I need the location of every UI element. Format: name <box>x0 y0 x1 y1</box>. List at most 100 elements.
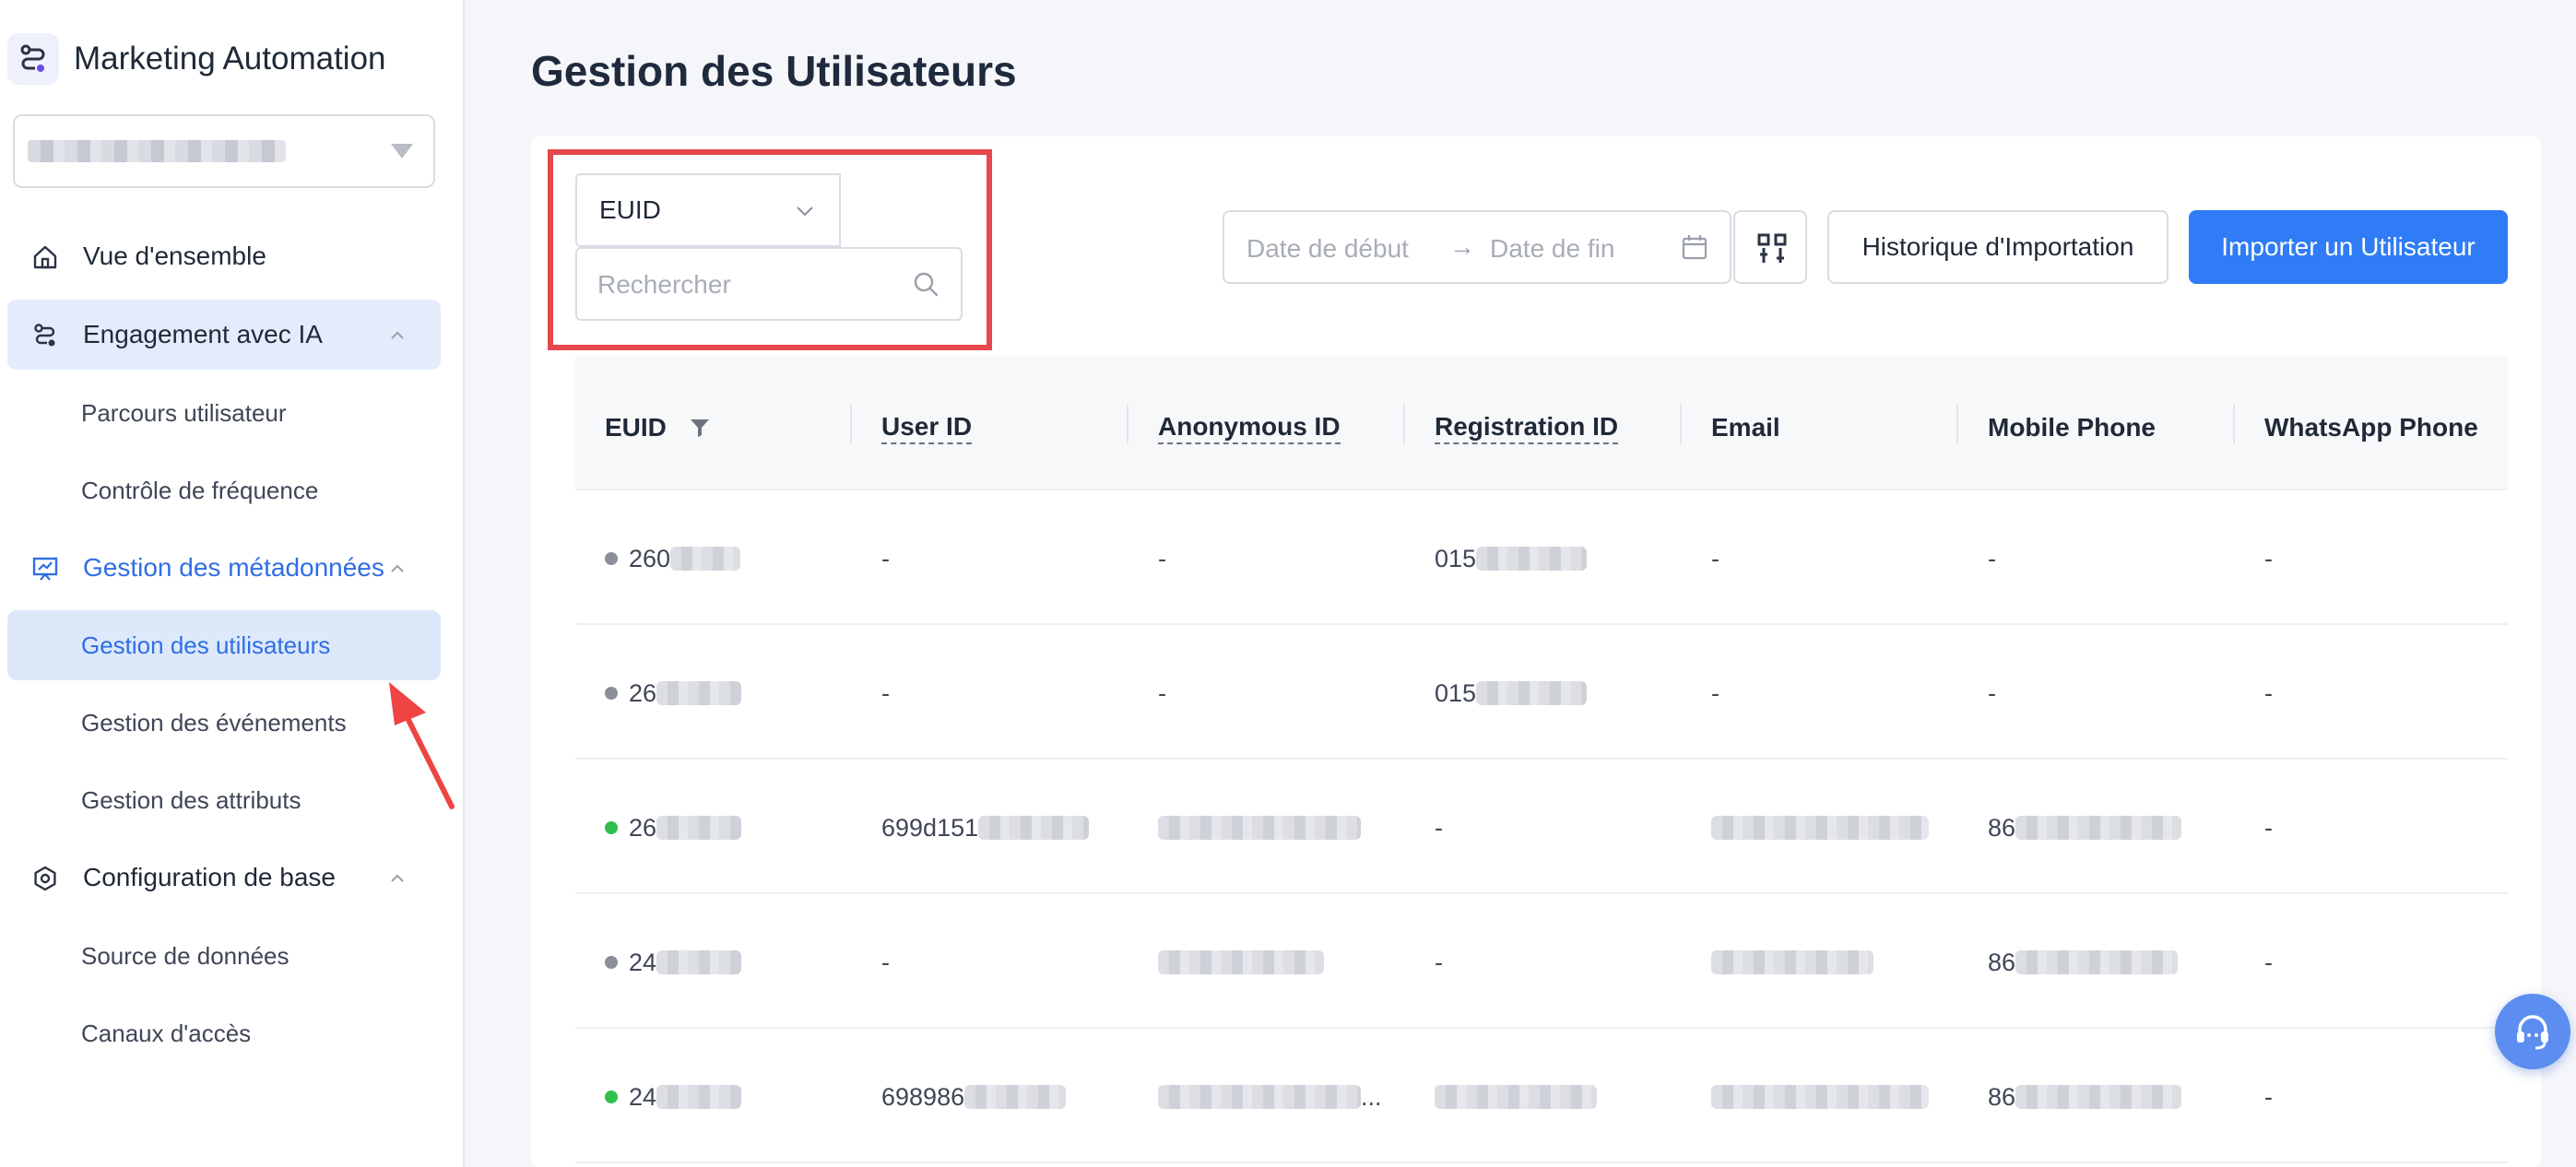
column-header-euid[interactable]: EUID <box>605 409 711 446</box>
column-divider <box>1127 404 1128 444</box>
users-table: EUID User ID Anonymous ID Registration I… <box>575 356 2508 1167</box>
cell-email: - <box>1711 544 1719 572</box>
column-header-user-id[interactable]: User ID <box>881 409 973 446</box>
page-title: Gestion des Utilisateurs <box>531 47 1017 95</box>
import-history-button[interactable]: Historique d'Importation <box>1827 210 2168 284</box>
sidebar-item-user-journey[interactable]: Parcours utilisateur <box>7 378 441 448</box>
cell-anonymous-id <box>1158 948 1324 977</box>
sidebar-item-metadata[interactable]: Gestion des métadonnées <box>7 533 441 603</box>
cell-registration-id-text: 015 <box>1435 544 1477 572</box>
column-divider <box>850 404 852 444</box>
filter-icon[interactable] <box>689 417 711 439</box>
redacted-value <box>1158 816 1361 840</box>
table-row[interactable]: 24 698986 ... 86 - <box>575 1029 2508 1163</box>
columns-settings-icon <box>1757 233 1787 263</box>
redacted-value <box>1711 816 1929 840</box>
cell-user-id-text: 699d151 <box>881 813 979 842</box>
table-row[interactable]: 24 - - 86 - <box>575 894 2508 1029</box>
cell-email <box>1711 948 1873 977</box>
redacted-value <box>656 1085 742 1109</box>
cell-anonymous-id <box>1158 813 1361 843</box>
cell-mobile-phone: 86 <box>1988 813 2182 843</box>
redacted-value <box>1476 547 1588 571</box>
app-logo-icon <box>7 33 59 85</box>
date-start-placeholder: Date de début <box>1247 234 1409 263</box>
headset-icon <box>2517 1015 2548 1050</box>
sidebar-item-label: Engagement avec IA <box>83 320 323 348</box>
sidebar-item-label: Canaux d'accès <box>81 1019 252 1047</box>
cell-user-id: - <box>881 948 890 976</box>
cell-euid-text: 260 <box>629 544 671 572</box>
cell-whatsapp-phone: - <box>2264 544 2273 572</box>
cell-registration-id: - <box>1435 948 1443 976</box>
redacted-value <box>656 816 742 840</box>
column-header-label: Anonymous ID <box>1158 411 1341 444</box>
cell-euid: 260 <box>605 544 741 573</box>
sidebar-item-label: Gestion des métadonnées <box>83 553 384 582</box>
column-settings-button[interactable] <box>1733 210 1807 284</box>
redacted-value <box>978 816 1090 840</box>
sidebar-item-overview[interactable]: Vue d'ensemble <box>7 221 441 291</box>
column-header-label: Registration ID <box>1435 411 1619 444</box>
redacted-value <box>1435 1085 1597 1109</box>
sidebar-item-label: Source de données <box>81 941 290 970</box>
status-dot <box>605 1090 618 1103</box>
cell-email <box>1711 1082 1929 1112</box>
column-header-label: Email <box>1711 413 1780 442</box>
redacted-value <box>670 547 741 571</box>
cell-whatsapp-phone: - <box>2264 948 2273 976</box>
cell-anonymous-id: - <box>1158 678 1166 707</box>
sidebar-item-label: Gestion des événements <box>81 708 347 737</box>
status-dot <box>605 687 618 700</box>
cell-user-id: 699d151 <box>881 813 1090 843</box>
table-row[interactable]: 260 - - 015 - - - <box>575 490 2508 625</box>
sidebar-item-ai-engagement[interactable]: Engagement avec IA <box>7 300 441 370</box>
cell-mobile-phone-text: 86 <box>1988 948 2016 976</box>
cell-user-id: - <box>881 678 890 707</box>
cell-euid-text: 26 <box>629 813 657 842</box>
chevron-up-icon <box>391 564 404 572</box>
sidebar-item-event-management[interactable]: Gestion des événements <box>7 688 441 758</box>
app-title: Marketing Automation <box>74 41 386 77</box>
column-header-anonymous-id[interactable]: Anonymous ID <box>1158 409 1341 446</box>
column-header-mobile-phone[interactable]: Mobile Phone <box>1988 409 2156 446</box>
sidebar-item-base-config[interactable]: Configuration de base <box>7 843 441 913</box>
cell-euid: 26 <box>605 813 742 843</box>
workspace-select[interactable] <box>13 114 435 188</box>
hexagon-settings-icon <box>34 866 56 891</box>
date-range-picker[interactable]: Date de début → Date de fin <box>1223 210 1731 284</box>
cell-registration-id <box>1435 1082 1597 1112</box>
column-header-whatsapp-phone[interactable]: WhatsApp Phone <box>2264 409 2478 446</box>
column-header-registration-id[interactable]: Registration ID <box>1435 409 1619 446</box>
cell-registration-id: - <box>1435 813 1443 842</box>
flow-icon <box>34 324 55 347</box>
sidebar-item-user-management[interactable]: Gestion des utilisateurs <box>7 610 441 680</box>
table-row[interactable]: 26 - - 015 - - - <box>575 625 2508 760</box>
chart-board-icon <box>32 557 58 581</box>
redacted-value <box>1711 950 1873 974</box>
column-header-email[interactable]: Email <box>1711 409 1780 446</box>
redacted-value <box>1711 1085 1929 1109</box>
cell-user-id: 698986 <box>881 1082 1067 1112</box>
date-end-placeholder: Date de fin <box>1490 234 1615 263</box>
column-header-label: Mobile Phone <box>1988 413 2156 442</box>
calendar-icon <box>1682 235 1707 260</box>
sidebar-item-data-source[interactable]: Source de données <box>7 921 441 991</box>
sidebar-item-frequency-control[interactable]: Contrôle de fréquence <box>7 455 441 525</box>
import-user-button[interactable]: Importer un Utilisateur <box>2189 210 2508 284</box>
cell-whatsapp-phone: - <box>2264 1082 2273 1111</box>
cell-registration-id: 015 <box>1435 678 1588 708</box>
column-header-label: WhatsApp Phone <box>2264 413 2478 442</box>
sidebar-item-label: Configuration de base <box>83 863 336 891</box>
status-dot <box>605 821 618 834</box>
cell-whatsapp-phone: - <box>2264 813 2273 842</box>
support-chat-button[interactable] <box>2495 994 2570 1069</box>
sidebar: Marketing Automation Vue d'ensemble Enga… <box>0 0 465 1167</box>
cell-euid: 24 <box>605 1082 742 1112</box>
sidebar-item-attribute-management[interactable]: Gestion des attributs <box>7 765 441 835</box>
cell-euid-text: 26 <box>629 678 657 707</box>
cell-mobile-phone-text: 86 <box>1988 813 2016 842</box>
cell-mobile-phone: - <box>1988 678 1996 707</box>
table-row[interactable]: 26 699d151 - 86 - <box>575 760 2508 894</box>
sidebar-item-access-channels[interactable]: Canaux d'accès <box>7 998 441 1068</box>
